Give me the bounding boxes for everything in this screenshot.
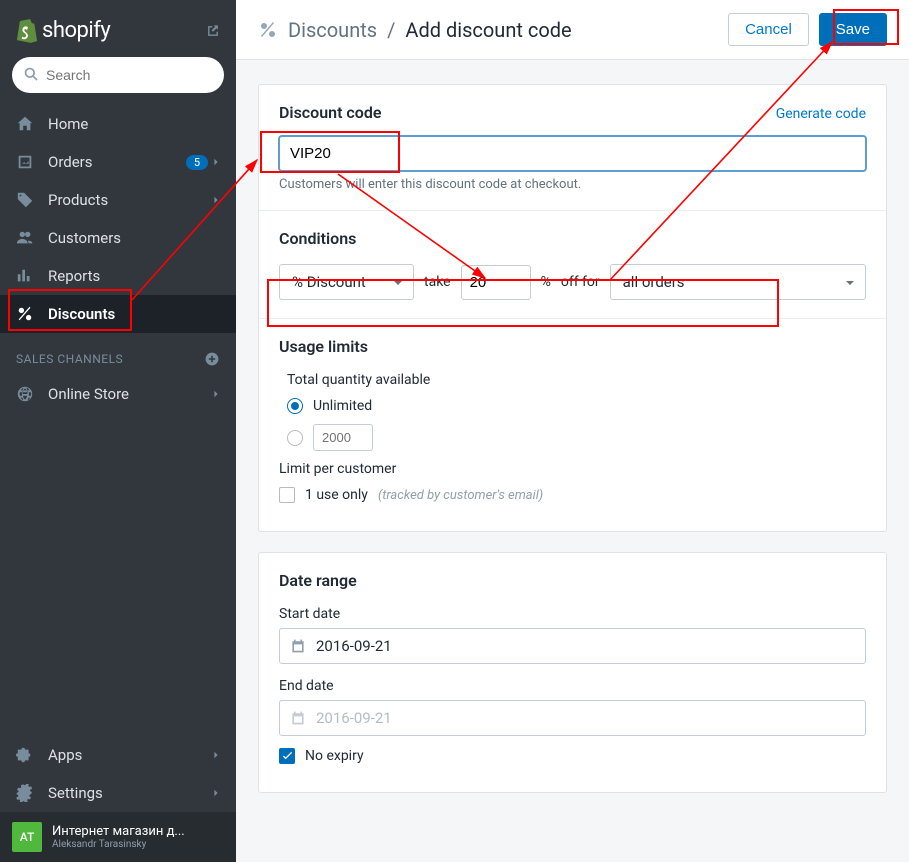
topbar: Discounts / Add discount code Cancel Sav… [236,0,909,60]
chevron-right-icon [212,196,220,204]
conditions-title: Conditions [279,229,866,248]
chevron-right-icon [212,158,220,166]
store-name: Интернет магазин д... [52,824,185,840]
nav-reports[interactable]: Reports [0,257,236,295]
breadcrumb-parent[interactable]: Discounts [288,18,377,42]
discount-code-title: Discount code [279,103,381,122]
search-icon [23,66,40,83]
sidebar: shopify Home Orders 5 Products Customers… [0,0,236,862]
puzzle-icon [16,746,34,764]
chevron-down-icon [393,278,403,288]
search-container [0,57,236,105]
logo[interactable]: shopify [16,18,110,43]
main-content: Discounts / Add discount code Cancel Sav… [236,0,909,862]
date-range-title: Date range [279,571,866,590]
sidebar-header: shopify [0,0,236,57]
gear-icon [16,784,34,802]
discount-target-select[interactable]: all orders [610,264,866,300]
generate-code-link[interactable]: Generate code [776,106,866,122]
add-channel-icon[interactable] [204,351,220,367]
discount-page-icon [258,20,278,40]
globe-icon [16,385,34,403]
avatar: AT [12,822,42,852]
nav-orders[interactable]: Orders 5 [0,143,236,181]
radio-icon [287,430,303,446]
end-date-label: End date [279,678,866,694]
chevron-down-icon [845,278,855,288]
nav-discounts[interactable]: Discounts [0,295,236,333]
nav-apps[interactable]: Apps [0,736,236,774]
total-qty-label: Total quantity available [287,372,866,388]
nav-label: Orders [48,153,93,171]
nav-customers[interactable]: Customers [0,219,236,257]
limit-per-customer-label: Limit per customer [279,461,866,477]
calendar-icon [290,638,306,654]
nav-settings[interactable]: Settings [0,774,236,812]
reports-icon [16,267,34,285]
save-button[interactable]: Save [819,13,887,46]
checkbox-icon [279,748,295,764]
checkbox-no-expiry[interactable]: No expiry [279,748,866,764]
discount-code-help: Customers will enter this discount code … [279,177,866,192]
discounts-icon [16,305,34,323]
nav-label: Apps [48,746,82,764]
nav-label: Reports [48,267,100,285]
date-range-card: Date range Start date 2016-09-21 End dat… [258,552,887,793]
customers-icon [16,229,34,247]
conditions-row: % Discount take % off for all orders [279,264,866,300]
discount-type-select[interactable]: % Discount [279,264,414,300]
breadcrumb-current: Add discount code [405,18,571,42]
home-icon [16,115,34,133]
discount-code-input[interactable] [279,136,866,171]
usage-limits-title: Usage limits [279,337,866,356]
radio-unlimited[interactable]: Unlimited [287,398,866,414]
user-footer[interactable]: AT Интернет магазин д... Aleksandr Taras… [0,812,236,862]
quantity-input[interactable] [313,424,373,451]
popout-icon[interactable] [206,24,220,38]
nav-products[interactable]: Products [0,181,236,219]
nav-label: Products [48,191,108,209]
chevron-right-icon [212,789,220,797]
tag-icon [16,191,34,209]
end-date-input[interactable]: 2016-09-21 [279,700,866,736]
checkbox-icon [279,487,295,503]
discount-code-card: Discount code Generate code Customers wi… [258,84,887,532]
chevron-right-icon [212,390,220,398]
start-date-label: Start date [279,606,866,622]
nav-online-store[interactable]: Online Store [0,375,236,413]
cancel-button[interactable]: Cancel [728,13,809,46]
orders-badge: 5 [186,155,208,170]
sales-channels-header: SALES CHANNELS [0,333,236,375]
radio-quantity[interactable] [287,424,866,451]
shopify-bag-icon [16,19,38,43]
nav-label: Home [48,115,88,133]
user-name: Aleksandr Tarasinsky [52,839,185,850]
search-input[interactable] [12,57,224,93]
nav-label: Discounts [48,305,115,323]
nav-label: Customers [48,229,121,247]
orders-icon [16,153,34,171]
brand-text: shopify [42,18,110,43]
discount-amount-input[interactable] [461,265,531,300]
nav-label: Online Store [48,385,129,403]
breadcrumb: Discounts / Add discount code [258,18,572,42]
checkbox-one-use[interactable]: 1 use only (tracked by customer's email) [279,487,866,503]
chevron-right-icon [212,751,220,759]
start-date-input[interactable]: 2016-09-21 [279,628,866,664]
nav-label: Settings [48,784,103,802]
radio-icon [287,398,303,414]
nav-home[interactable]: Home [0,105,236,143]
calendar-icon [290,710,306,726]
